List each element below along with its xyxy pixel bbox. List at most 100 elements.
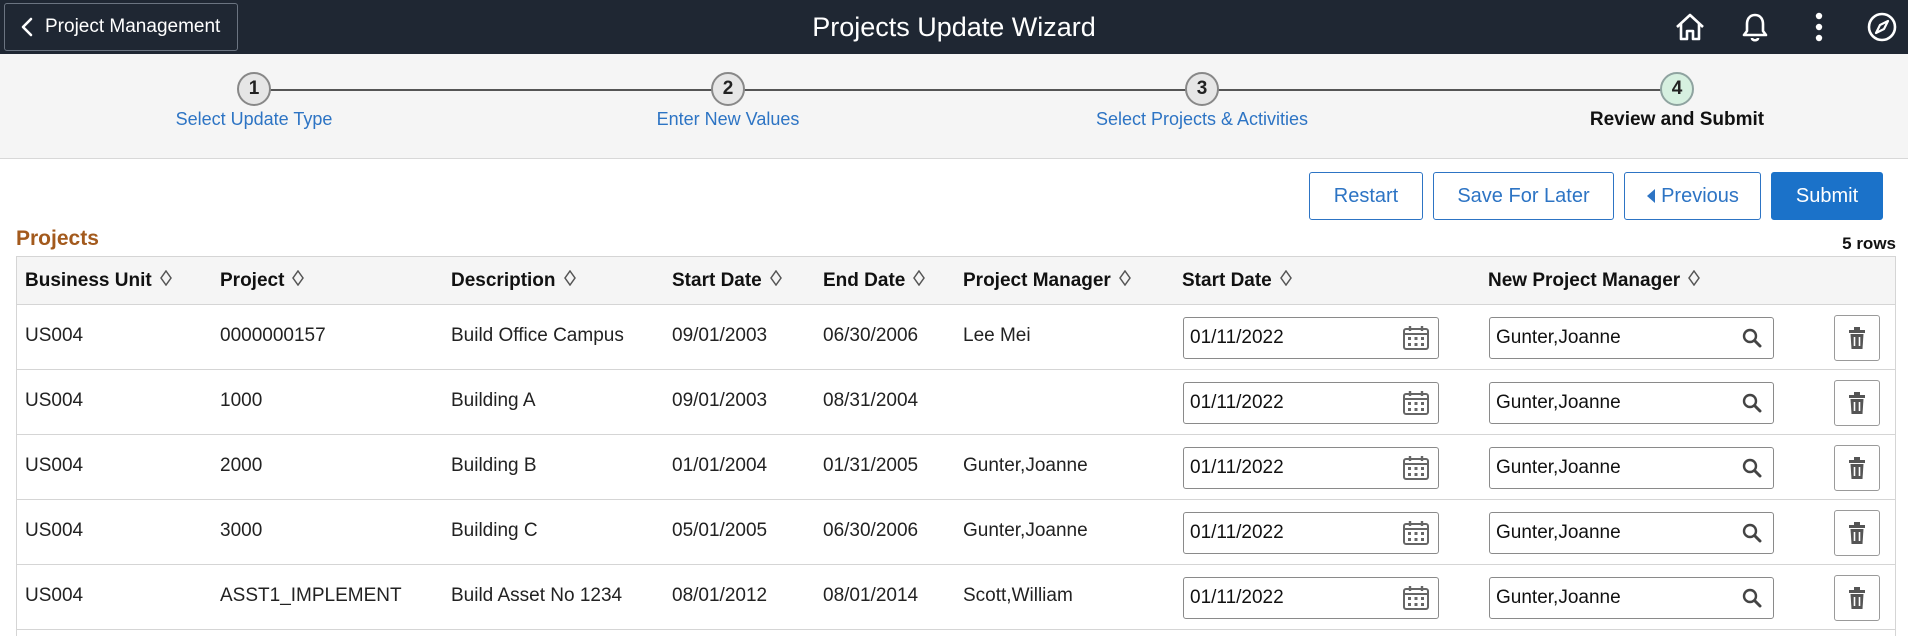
save-for-later-button[interactable]: Save For Later (1433, 172, 1614, 220)
new-start-date-value: 01/11/2022 (1190, 457, 1284, 478)
column-header-start-date[interactable]: Start Date (672, 257, 782, 305)
sort-icon (1279, 257, 1292, 305)
calendar-icon[interactable] (1400, 513, 1432, 553)
new-start-date-input[interactable]: 01/11/2022 (1183, 317, 1439, 359)
new-project-manager-input[interactable]: Gunter,Joanne (1489, 512, 1774, 554)
step-2-label[interactable]: Enter New Values (578, 109, 878, 130)
delete-row-button[interactable] (1834, 315, 1880, 361)
restart-button-label: Restart (1333, 184, 1399, 207)
previous-button[interactable]: Previous (1624, 172, 1761, 220)
column-header-description[interactable]: Description (451, 257, 576, 305)
search-icon[interactable] (1739, 448, 1765, 488)
column-header-new-project-manager[interactable]: New Project Manager (1488, 257, 1701, 305)
back-button[interactable]: Project Management (4, 3, 238, 51)
new-project-manager-input[interactable]: Gunter,Joanne (1489, 577, 1774, 619)
cell-project: 2000 (220, 455, 263, 476)
new-project-manager-input[interactable]: Gunter,Joanne (1489, 317, 1774, 359)
trash-icon (1849, 522, 1865, 544)
sort-icon (913, 257, 926, 305)
cell-project-manager: Gunter,Joanne (963, 455, 1088, 476)
cell-description: Building B (451, 455, 537, 476)
step-1[interactable]: 1 Select Update Type (104, 72, 404, 130)
bell-icon[interactable] (1737, 9, 1773, 45)
compass-icon[interactable] (1864, 9, 1900, 45)
new-start-date-input[interactable]: 01/11/2022 (1183, 512, 1439, 554)
sort-icon (159, 257, 172, 305)
cell-business-unit: US004 (25, 325, 84, 346)
search-icon[interactable] (1739, 318, 1765, 358)
column-header-new-start-date[interactable]: Start Date (1182, 257, 1292, 305)
cell-business-unit: US004 (25, 455, 84, 476)
calendar-icon[interactable] (1400, 578, 1432, 618)
new-start-date-input[interactable]: 01/11/2022 (1183, 382, 1439, 424)
search-icon[interactable] (1739, 578, 1765, 618)
column-header-label: Project Manager (963, 270, 1111, 292)
column-header-project-manager[interactable]: Project Manager (963, 257, 1131, 305)
cell-description: Building A (451, 390, 536, 411)
delete-row-button[interactable] (1834, 380, 1880, 426)
column-header-label: Start Date (672, 270, 762, 292)
new-start-date-input[interactable]: 01/11/2022 (1183, 447, 1439, 489)
step-2[interactable]: 2 Enter New Values (578, 72, 878, 130)
delete-row-button[interactable] (1834, 510, 1880, 556)
cell-end-date: 08/31/2004 (823, 390, 919, 411)
delete-row-button[interactable] (1834, 575, 1880, 621)
cell-description: Build Asset No 1234 (451, 585, 623, 606)
search-icon[interactable] (1739, 383, 1765, 423)
step-4-number: 4 (1660, 72, 1694, 106)
sort-icon (1118, 257, 1131, 305)
table-row: US004 3000 Building C 05/01/2005 06/30/2… (17, 500, 1895, 565)
column-header-business-unit[interactable]: Business Unit (25, 257, 172, 305)
step-2-number: 2 (711, 72, 745, 106)
table-row: US004 ASST1_IMPLEMENT Build Asset No 123… (17, 565, 1895, 630)
column-header-label: Business Unit (25, 270, 152, 292)
new-project-manager-input[interactable]: Gunter,Joanne (1489, 382, 1774, 424)
column-header-project[interactable]: Project (220, 257, 305, 305)
calendar-icon[interactable] (1400, 318, 1432, 358)
search-icon[interactable] (1739, 513, 1765, 553)
delete-row-button[interactable] (1834, 445, 1880, 491)
previous-button-label: Previous (1661, 184, 1739, 207)
new-project-manager-value: Gunter,Joanne (1496, 327, 1621, 348)
cell-start-date: 08/01/2012 (672, 585, 768, 606)
new-project-manager-value: Gunter,Joanne (1496, 457, 1621, 478)
chevron-left-icon (21, 17, 33, 37)
cell-start-date: 09/01/2003 (672, 390, 768, 411)
new-start-date-input[interactable]: 01/11/2022 (1183, 577, 1439, 619)
cell-project: 0000000157 (220, 325, 326, 346)
trash-icon (1849, 587, 1865, 609)
cell-project: 3000 (220, 520, 263, 541)
sort-icon (292, 257, 305, 305)
cell-project: ASST1_IMPLEMENT (220, 585, 402, 606)
column-header-label: New Project Manager (1488, 270, 1681, 292)
step-1-number: 1 (237, 72, 271, 106)
step-3-label[interactable]: Select Projects & Activities (1052, 109, 1352, 130)
calendar-icon[interactable] (1400, 383, 1432, 423)
more-vertical-icon[interactable] (1801, 9, 1837, 45)
caret-left-icon (1647, 189, 1656, 203)
trash-icon (1849, 327, 1865, 349)
column-header-end-date[interactable]: End Date (823, 257, 926, 305)
home-icon[interactable] (1672, 9, 1708, 45)
cell-start-date: 09/01/2003 (672, 325, 768, 346)
step-3[interactable]: 3 Select Projects & Activities (1052, 72, 1352, 130)
step-1-label[interactable]: Select Update Type (104, 109, 404, 130)
new-start-date-value: 01/11/2022 (1190, 327, 1284, 348)
calendar-icon[interactable] (1400, 448, 1432, 488)
cell-project-manager: Lee Mei (963, 325, 1031, 346)
new-project-manager-input[interactable]: Gunter,Joanne (1489, 447, 1774, 489)
cell-project-manager: Gunter,Joanne (963, 520, 1088, 541)
sort-icon (769, 257, 782, 305)
cell-start-date: 01/01/2004 (672, 455, 768, 476)
wizard-steps: 1 Select Update Type 2 Enter New Values … (0, 54, 1908, 159)
step-4: 4 Review and Submit (1527, 72, 1827, 131)
table-row: US004 1000 Building A 09/01/2003 08/31/2… (17, 370, 1895, 435)
cell-business-unit: US004 (25, 585, 84, 606)
submit-button-label: Submit (1795, 184, 1859, 207)
cell-start-date: 05/01/2005 (672, 520, 768, 541)
cell-end-date: 06/30/2006 (823, 520, 919, 541)
cell-end-date: 08/01/2014 (823, 585, 919, 606)
restart-button[interactable]: Restart (1309, 172, 1423, 220)
new-project-manager-value: Gunter,Joanne (1496, 587, 1621, 608)
submit-button[interactable]: Submit (1771, 172, 1883, 220)
